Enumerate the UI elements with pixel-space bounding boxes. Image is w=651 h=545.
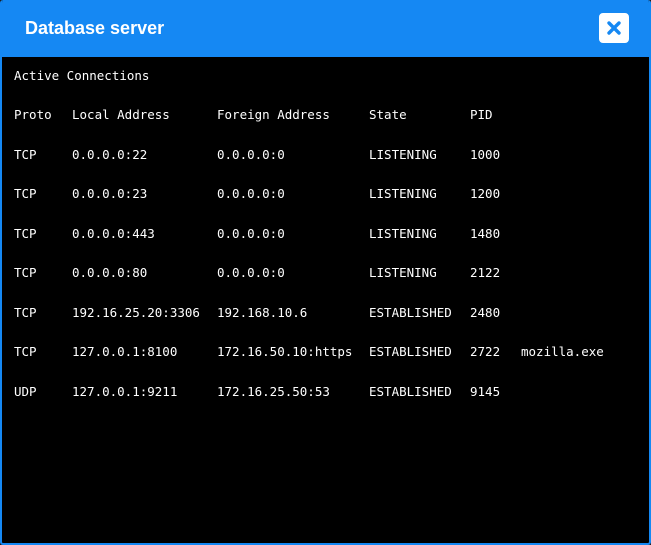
column-header-local-address: Local Address — [72, 107, 170, 122]
proto-cell: TCP — [14, 344, 37, 359]
pid-cell: 9145 — [470, 384, 501, 399]
column-header-pid: PID — [470, 107, 493, 122]
close-icon — [606, 20, 622, 36]
column-header-foreign-address: Foreign Address — [217, 107, 330, 122]
column-header-proto: Proto — [14, 107, 52, 122]
proto-cell: TCP — [14, 186, 37, 201]
foreign-address-cell: 0.0.0.0:0 — [217, 186, 285, 201]
local-address-cell: 127.0.0.1:9211 — [72, 384, 178, 399]
foreign-address-cell: 192.168.10.6 — [217, 305, 308, 320]
foreign-address-cell: 0.0.0.0:0 — [217, 265, 285, 280]
local-address-cell: 0.0.0.0:443 — [72, 226, 155, 241]
state-cell: ESTABLISHED — [369, 384, 452, 399]
terminal-output: Active Connections Proto Local Address F… — [14, 57, 649, 543]
state-cell: LISTENING — [369, 265, 437, 280]
proto-cell: TCP — [14, 226, 37, 241]
active-connections-heading: Active Connections — [14, 68, 150, 83]
foreign-address-cell: 0.0.0.0:0 — [217, 147, 285, 162]
proto-cell: TCP — [14, 265, 37, 280]
pid-cell: 1000 — [470, 147, 501, 162]
local-address-cell: 127.0.0.1:8100 — [72, 344, 178, 359]
database-server-window: Database server Active Connections Proto… — [0, 0, 651, 545]
state-cell: ESTABLISHED — [369, 344, 452, 359]
pid-cell: 2480 — [470, 305, 501, 320]
proto-cell: TCP — [14, 305, 37, 320]
proto-cell: TCP — [14, 147, 37, 162]
window-titlebar: Database server — [2, 0, 649, 57]
pid-cell: 1480 — [470, 226, 501, 241]
foreign-address-cell: 0.0.0.0:0 — [217, 226, 285, 241]
foreign-address-cell: 172.16.25.50:53 — [217, 384, 330, 399]
pid-cell: 2122 — [470, 265, 501, 280]
proto-cell: UDP — [14, 384, 37, 399]
foreign-address-cell: 172.16.50.10:https — [217, 344, 353, 359]
pid-cell: 2722 — [470, 344, 501, 359]
local-address-cell: 0.0.0.0:80 — [72, 265, 148, 280]
local-address-cell: 0.0.0.0:22 — [72, 147, 148, 162]
local-address-cell: 192.16.25.20:3306 — [72, 305, 200, 320]
state-cell: LISTENING — [369, 186, 437, 201]
pid-cell: 1200 — [470, 186, 501, 201]
column-header-state: State — [369, 107, 407, 122]
process-name-cell: mozilla.exe — [521, 344, 604, 359]
state-cell: LISTENING — [369, 226, 437, 241]
close-button[interactable] — [599, 13, 629, 43]
state-cell: LISTENING — [369, 147, 437, 162]
local-address-cell: 0.0.0.0:23 — [72, 186, 148, 201]
state-cell: ESTABLISHED — [369, 305, 452, 320]
window-title: Database server — [25, 18, 165, 38]
